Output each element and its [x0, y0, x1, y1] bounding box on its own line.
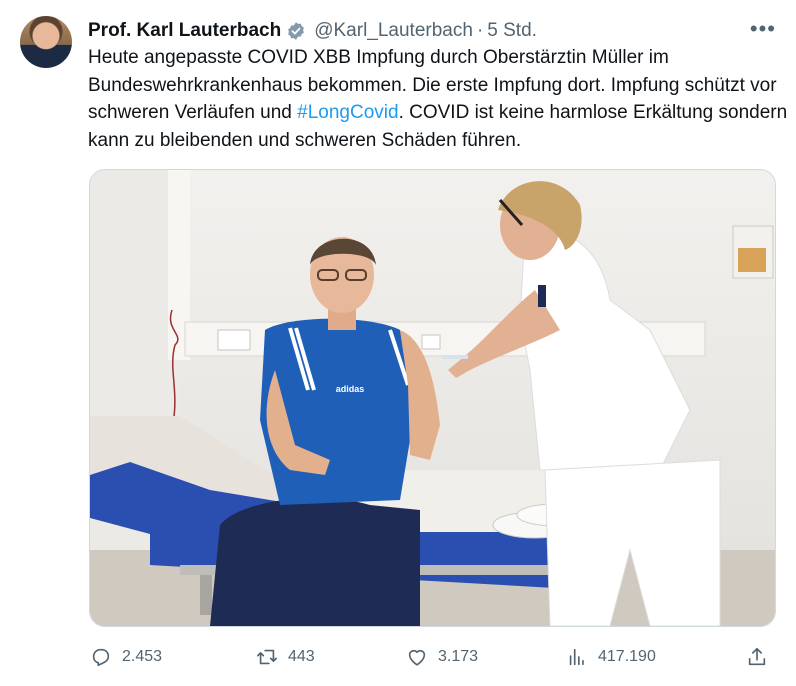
like-button[interactable]: 3.173 [406, 646, 478, 668]
reply-button[interactable]: 2.453 [90, 646, 162, 668]
retweet-count: 443 [288, 648, 315, 665]
view-count: 417.190 [598, 648, 656, 665]
author-name[interactable]: Prof. Karl Lauterbach [88, 20, 281, 42]
reply-icon [92, 648, 110, 667]
tweet-text: Heute angepasste COVID XBB Impfung durch… [88, 44, 788, 154]
like-icon [408, 649, 426, 666]
retweet-button[interactable]: 443 [256, 646, 315, 668]
retweet-icon [257, 649, 277, 665]
share-button[interactable] [746, 646, 778, 668]
tweet-photo[interactable]: adidas [89, 169, 776, 627]
timestamp[interactable]: 5 Std. [487, 20, 537, 42]
avatar[interactable] [20, 16, 72, 68]
like-count: 3.173 [438, 648, 479, 665]
tweet-header: Prof. Karl Lauterbach @Karl_Lauterbach ·… [88, 18, 776, 44]
views-icon [569, 648, 584, 666]
views-button[interactable]: 417.190 [566, 646, 656, 668]
separator-dot: · [476, 20, 484, 41]
tweet-actions: 2.453 443 3.173 417.190 [88, 642, 770, 672]
photo-illustration: adidas [90, 170, 775, 626]
author-handle[interactable]: @Karl_Lauterbach [314, 20, 473, 42]
shirt-logo-text: adidas [336, 384, 365, 394]
verified-badge-icon [288, 22, 305, 40]
hashtag-link[interactable]: #LongCovid [297, 102, 398, 123]
share-icon [748, 647, 766, 666]
reply-count: 2.453 [122, 648, 163, 665]
more-icon[interactable]: ••• [750, 18, 776, 40]
